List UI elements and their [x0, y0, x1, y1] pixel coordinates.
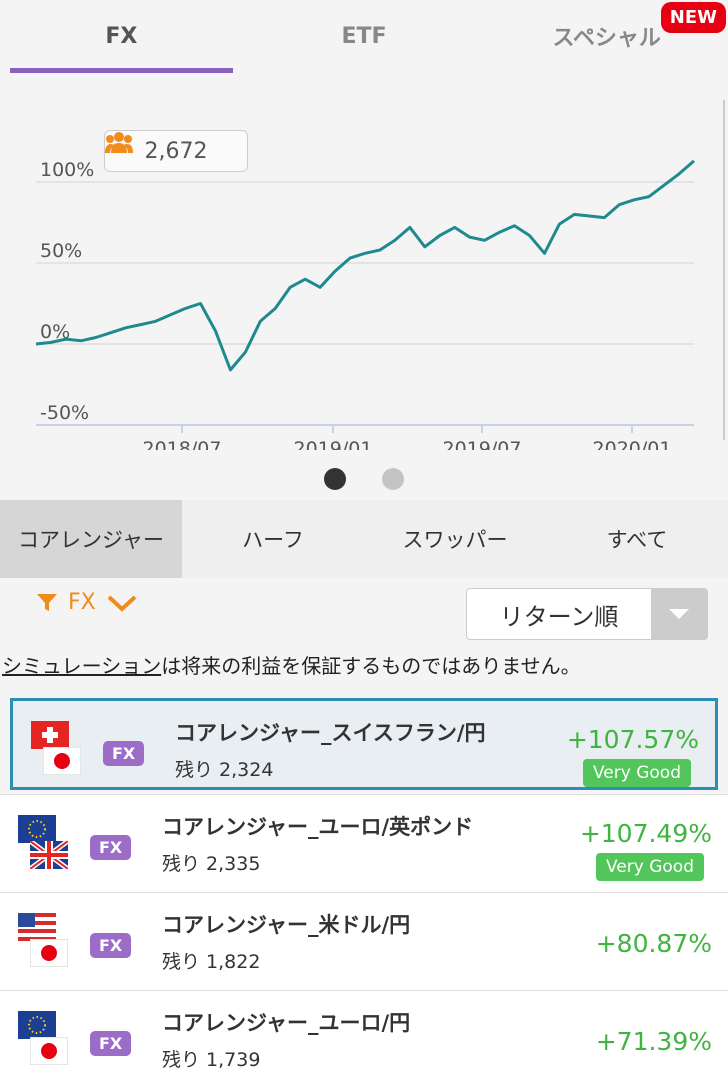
return-value: +80.87%: [595, 929, 712, 958]
filter-label: FX: [68, 590, 96, 615]
users-count: 2,672: [144, 138, 208, 164]
return-value: +107.49%: [579, 819, 712, 848]
product-row[interactable]: FX コアレンジャー_ユーロ/円 残り 1,739 +71.39%: [0, 990, 728, 1082]
tab-etf[interactable]: ETF: [243, 0, 486, 78]
remaining-count: 残り 1,822: [162, 951, 261, 973]
y-tick-label: 50%: [40, 240, 82, 262]
tab-label: スペシャル: [552, 26, 661, 51]
tab-label: FX: [105, 23, 138, 49]
x-tick-label: 2020/01: [593, 438, 672, 450]
rating-badge: Very Good: [583, 759, 691, 787]
fx-badge: FX: [90, 835, 132, 860]
return-value: +107.57%: [566, 725, 699, 754]
remaining-count: 残り 2,335: [162, 853, 261, 875]
top-tabs: FX ETF スペシャル NEW: [0, 0, 728, 78]
segment-all[interactable]: すべて: [546, 500, 728, 578]
segment-swapper[interactable]: スワッパー: [364, 500, 546, 578]
currency-pair-flags: [31, 721, 91, 781]
simulation-link[interactable]: シミュレーション: [2, 654, 161, 678]
fx-badge: FX: [90, 1031, 132, 1056]
tab-label: ETF: [341, 23, 387, 49]
eu-flag-icon: [18, 815, 56, 843]
return-value: +71.39%: [595, 1027, 712, 1056]
uk-flag-icon: [30, 841, 68, 869]
page: FX ETF スペシャル NEW 100% 50% 0% -50% 2018/07 201…: [0, 0, 728, 1082]
fx-badge: FX: [90, 933, 132, 958]
eu-flag-icon: [18, 1011, 56, 1039]
filter-icon: [37, 593, 57, 611]
product-name: コアレンジャー_スイスフラン/円: [175, 721, 486, 745]
dropdown-arrow-icon: [651, 589, 707, 639]
us-flag-icon: [18, 913, 56, 941]
active-tab-underline: [10, 68, 233, 73]
product-row[interactable]: FX コアレンジャー_ユーロ/英ポンド 残り 2,335 +107.49% Ve…: [0, 794, 728, 892]
pager-dot-1[interactable]: [324, 468, 346, 490]
product-row[interactable]: FX コアレンジャー_スイスフラン/円 残り 2,324 +107.57% Ve…: [10, 698, 718, 790]
product-name: コアレンジャー_米ドル/円: [162, 913, 411, 937]
chevron-down-icon: [107, 595, 137, 612]
pager-dot-2[interactable]: [382, 468, 404, 490]
swiss-flag-icon: [31, 721, 69, 749]
asset-filter[interactable]: FX: [36, 590, 138, 615]
product-name: コアレンジャー_ユーロ/円: [162, 1011, 411, 1035]
sort-label: リターン順: [499, 602, 619, 631]
disclaimer-text: は将来の利益を保証するものではありません。: [161, 654, 581, 678]
series-line: [35, 159, 695, 372]
currency-pair-flags: [18, 815, 78, 875]
remaining-count: 残り 1,739: [162, 1049, 261, 1071]
japan-flag-icon: [30, 939, 68, 967]
fx-badge: FX: [103, 741, 145, 766]
users-icon: [105, 132, 133, 153]
tab-fx[interactable]: FX: [0, 0, 243, 78]
tab-special[interactable]: スペシャル NEW: [485, 0, 728, 78]
users-count-box: 2,672: [104, 130, 248, 172]
y-tick-label: 100%: [40, 159, 94, 181]
rating-badge: Very Good: [596, 853, 704, 881]
currency-pair-flags: [18, 1011, 78, 1071]
product-row[interactable]: FX コアレンジャー_米ドル/円 残り 1,822 +80.87%: [0, 892, 728, 990]
segment-half[interactable]: ハーフ: [182, 500, 364, 578]
disclaimer: シミュレーションは将来の利益を保証するものではありません。: [2, 650, 581, 679]
currency-pair-flags: [18, 913, 78, 973]
remaining-count: 残り 2,324: [175, 759, 274, 781]
new-badge: NEW: [660, 2, 727, 33]
strategy-segments: コアレンジャー ハーフ スワッパー すべて: [0, 500, 728, 578]
sort-select[interactable]: リターン順: [466, 588, 708, 640]
x-tick-label: 2019/07: [443, 438, 522, 450]
product-name: コアレンジャー_ユーロ/英ポンド: [162, 815, 474, 839]
performance-chart[interactable]: 100% 50% 0% -50% 2018/07 2019/01 2019/07 2020/0…: [0, 90, 728, 500]
japan-flag-icon: [43, 747, 81, 775]
japan-flag-icon: [30, 1037, 68, 1065]
product-list: FX コアレンジャー_スイスフラン/円 残り 2,324 +107.57% Ve…: [0, 694, 728, 1082]
y-tick-label: -50%: [40, 402, 89, 424]
chart-pager: [0, 468, 728, 490]
x-tick-label: 2018/07: [143, 438, 222, 450]
x-tick-label: 2019/01: [294, 438, 373, 450]
segment-core-ranger[interactable]: コアレンジャー: [0, 500, 182, 578]
